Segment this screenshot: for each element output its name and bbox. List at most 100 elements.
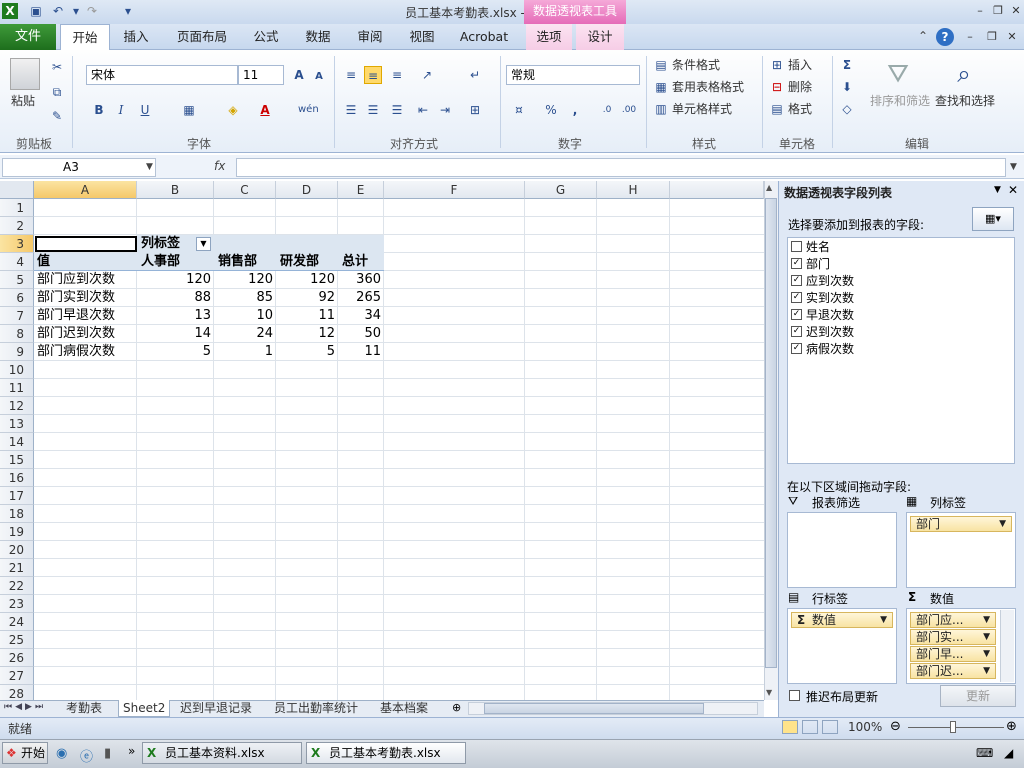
page-layout-view-icon[interactable] xyxy=(802,720,818,734)
chip-dropdown-icon[interactable]: ▼ xyxy=(983,630,990,644)
pivot-value-cell[interactable]: 5 xyxy=(137,343,214,361)
minimize-ribbon-icon[interactable]: ⌃ xyxy=(918,29,928,43)
pivot-value-cell[interactable]: 14 xyxy=(137,325,214,343)
pivot-value-cell[interactable]: 13 xyxy=(137,307,214,325)
row-header-25[interactable]: 25 xyxy=(0,631,34,649)
row-header-12[interactable]: 12 xyxy=(0,397,34,415)
column-header-e[interactable]: E xyxy=(338,181,384,199)
minimize-icon[interactable]: – xyxy=(970,3,990,19)
paste-icon[interactable] xyxy=(10,58,40,90)
pane-menu-icon[interactable]: ▼ xyxy=(994,185,1001,195)
column-header-b[interactable]: B xyxy=(137,181,214,199)
chip-dropdown-icon[interactable]: ▼ xyxy=(983,647,990,661)
sort-filter-button[interactable]: 排序和筛选 xyxy=(870,92,930,110)
row-header-27[interactable]: 27 xyxy=(0,667,34,685)
delete-cells-button[interactable]: 删除 xyxy=(788,78,812,96)
row-header-26[interactable]: 26 xyxy=(0,649,34,667)
insert-function-button[interactable]: fx xyxy=(214,159,225,173)
row-header-24[interactable]: 24 xyxy=(0,613,34,631)
italic-button[interactable]: I xyxy=(112,101,130,119)
row-field-chip[interactable]: Σ 数值 ▼ xyxy=(791,612,893,628)
sheet-tab-attendance[interactable]: 考勤表 xyxy=(62,700,106,717)
insert-sheet-icon[interactable]: ⊕ xyxy=(452,701,461,714)
field-checkbox[interactable]: ✓ xyxy=(791,292,802,303)
pivot-value-cell[interactable]: 5 xyxy=(276,343,338,361)
tab-page-layout[interactable]: 页面布局 xyxy=(172,24,232,50)
column-header-d[interactable]: D xyxy=(276,181,338,199)
underline-button[interactable]: U xyxy=(136,101,154,119)
pivot-value-cell[interactable]: 11 xyxy=(338,343,384,361)
format-painter-icon[interactable]: ✎ xyxy=(48,107,66,125)
row-header-2[interactable]: 2 xyxy=(0,217,34,235)
font-color-icon[interactable]: A xyxy=(256,101,274,119)
find-select-button[interactable]: 查找和选择 xyxy=(935,92,995,110)
layout-options-icon[interactable]: ▦▾ xyxy=(972,207,1014,231)
sheet-tab-attendance-rate[interactable]: 员工出勤率统计 xyxy=(270,700,362,717)
pivot-value-cell[interactable]: 11 xyxy=(276,307,338,325)
autosum-button[interactable]: Σ xyxy=(838,56,856,74)
tab-insert[interactable]: 插入 xyxy=(114,24,158,50)
align-middle-icon[interactable]: ≡ xyxy=(364,66,382,84)
field-label[interactable]: 部门 xyxy=(806,255,830,272)
field-checkbox[interactable] xyxy=(791,241,802,252)
report-filter-zone[interactable] xyxy=(787,512,897,588)
zoom-slider[interactable] xyxy=(908,727,1004,728)
value-field-chip[interactable]: 部门迟... ▼ xyxy=(910,663,996,679)
field-label[interactable]: 早退次数 xyxy=(806,306,854,323)
increase-font-icon[interactable]: A xyxy=(290,66,308,84)
values-scrollbar[interactable] xyxy=(1000,610,1014,682)
help-icon[interactable]: ? xyxy=(936,28,954,46)
pivot-value-cell[interactable]: 120 xyxy=(276,271,338,289)
bold-button[interactable]: B xyxy=(90,101,108,119)
scroll-down-icon[interactable]: ▼ xyxy=(766,688,772,697)
sort-filter-icon[interactable]: ⛛ xyxy=(882,58,914,90)
conditional-format-icon[interactable]: ▤ xyxy=(652,56,670,74)
browser-icon[interactable]: ⓔ xyxy=(80,746,93,765)
tab-home[interactable]: 开始 xyxy=(60,24,110,51)
sheet-nav-icon[interactable]: ⏮◀▶⏭ xyxy=(4,702,46,712)
tab-review[interactable]: 审阅 xyxy=(348,24,392,50)
app-icon[interactable]: ▮ xyxy=(104,746,111,761)
restore-icon[interactable]: ❐ xyxy=(988,3,1008,19)
doc-minimize-icon[interactable]: – xyxy=(960,29,980,45)
scroll-up-icon[interactable]: ▲ xyxy=(766,183,772,192)
value-field-chip[interactable]: 部门应... ▼ xyxy=(910,612,996,628)
name-box[interactable]: A3 xyxy=(2,158,156,177)
clear-icon[interactable]: ◇ xyxy=(838,100,856,118)
pivot-value-cell[interactable]: 50 xyxy=(338,325,384,343)
tab-data[interactable]: 数据 xyxy=(296,24,340,50)
column-header-f[interactable]: F xyxy=(384,181,525,199)
row-header-17[interactable]: 17 xyxy=(0,487,34,505)
pane-close-icon[interactable]: ✕ xyxy=(1008,183,1018,197)
percent-button[interactable]: % xyxy=(542,101,560,119)
orientation-icon[interactable]: ↗ xyxy=(418,66,436,84)
format-as-table-button[interactable]: 套用表格格式 xyxy=(672,78,744,96)
align-top-icon[interactable]: ≡ xyxy=(342,66,360,84)
name-box-dropdown-icon[interactable]: ▼ xyxy=(146,162,153,172)
field-label[interactable]: 应到次数 xyxy=(806,272,854,289)
row-header-16[interactable]: 16 xyxy=(0,469,34,487)
align-right-icon[interactable]: ☰ xyxy=(388,101,406,119)
zoom-level[interactable]: 100% xyxy=(848,720,882,734)
row-header-5[interactable]: 5 xyxy=(0,271,34,289)
column-header-g[interactable]: G xyxy=(525,181,597,199)
tab-formulas[interactable]: 公式 xyxy=(244,24,288,50)
row-header-13[interactable]: 13 xyxy=(0,415,34,433)
row-header-19[interactable]: 19 xyxy=(0,523,34,541)
column-field-chip[interactable]: 部门 ▼ xyxy=(910,516,1012,532)
merge-center-icon[interactable]: ⊞ xyxy=(466,101,484,119)
doc-restore-icon[interactable]: ❐ xyxy=(982,29,1002,45)
pivot-value-cell[interactable]: 120 xyxy=(137,271,214,289)
comma-button[interactable]: , xyxy=(566,101,584,119)
cell-styles-button[interactable]: 单元格样式 xyxy=(672,100,732,118)
close-icon[interactable]: ✕ xyxy=(1006,3,1024,19)
column-filter-dropdown-icon[interactable]: ▼ xyxy=(196,237,211,251)
keyboard-icon[interactable]: ⌨ xyxy=(976,746,993,760)
chip-dropdown-icon[interactable]: ▼ xyxy=(983,613,990,627)
insert-cells-icon[interactable]: ⊞ xyxy=(768,56,786,74)
field-label[interactable]: 病假次数 xyxy=(806,340,854,357)
defer-update-checkbox[interactable] xyxy=(789,690,800,701)
currency-icon[interactable]: ¤ xyxy=(510,101,528,119)
chip-dropdown-icon[interactable]: ▼ xyxy=(983,664,990,678)
row-header-6[interactable]: 6 xyxy=(0,289,34,307)
